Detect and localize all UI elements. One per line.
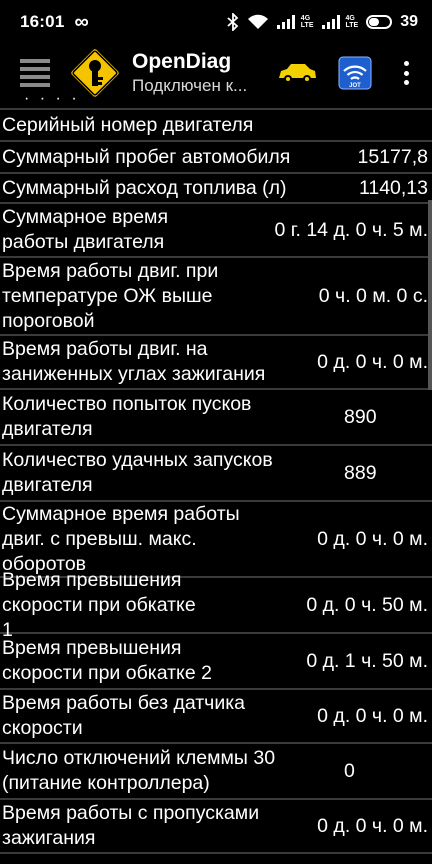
connection-status: Подключен к... <box>132 76 248 95</box>
parameter-value: 0 д. 0 ч. 50 м. <box>306 593 428 616</box>
parameter-label: Время превышения скорости при обкатке 1 <box>2 568 196 641</box>
parameter-value: 0 г. 14 д. 0 ч. 5 м. <box>274 218 429 241</box>
parameter-label: Время работы с пропусками зажигания <box>2 802 260 849</box>
list-item[interactable]: Суммарное время работы двиг. с превыш. м… <box>0 502 432 576</box>
svg-text:JOT: JOT <box>349 83 361 89</box>
list-item[interactable]: Время работы с пропусками зажигания 0 д. … <box>0 800 432 852</box>
parameter-value: 889 <box>344 461 377 484</box>
overflow-dots: · · · · <box>24 90 80 107</box>
list-item[interactable]: Количество попыток пусков двигателя 890 <box>0 390 432 444</box>
battery-icon <box>366 15 393 29</box>
car-icon[interactable] <box>275 56 319 90</box>
battery-level: 39 <box>400 13 418 30</box>
status-bar: 16:01 ∞ 4G LTE 4G LTE 39 <box>0 0 432 44</box>
list-item[interactable]: Время превышения скорости при обкатке 2 0… <box>0 634 432 688</box>
parameter-label: Суммарный пробег автомобиля <box>2 145 291 168</box>
parameter-label: Суммарное время работы двигателя <box>2 206 169 253</box>
list-item[interactable]: Серийный номер двигателя <box>0 110 432 140</box>
menu-icon[interactable] <box>20 59 50 87</box>
status-icons: 4G LTE 4G LTE 39 <box>227 13 418 31</box>
row-divider <box>0 852 432 854</box>
parameter-list[interactable]: Серийный номер двигателя Суммарный пробег… <box>0 108 432 854</box>
more-vert-icon[interactable] <box>396 58 416 88</box>
scrollbar[interactable] <box>428 200 432 390</box>
wifi-adapter-icon[interactable]: JOT <box>338 56 372 90</box>
network-type-2: 4G LTE <box>345 15 359 29</box>
parameter-label: Время превышения скорости при обкатке 2 <box>2 637 212 684</box>
app-titles: OpenDiag Подключен к... <box>132 49 247 97</box>
list-item[interactable]: Время превышения скорости при обкатке 1 0… <box>0 569 432 641</box>
bluetooth-icon <box>227 13 239 31</box>
parameter-label: Время работы без датчика скорости <box>2 692 246 739</box>
parameter-value: 1140,13 <box>358 176 428 199</box>
parameter-label: Суммарный расход топлива (л) <box>2 176 287 199</box>
parameter-label: Число отключений клеммы 30 (питание конт… <box>2 747 276 794</box>
parameter-label: Количество попыток пусков двигателя <box>2 393 252 440</box>
parameter-value: 0 д. 0 ч. 0 м. <box>317 814 428 837</box>
list-item[interactable]: Время работы двиг. на заниженных углах з… <box>0 336 432 388</box>
list-item[interactable]: Время работы двиг. при температуре ОЖ вы… <box>0 258 432 334</box>
parameter-value: 0 <box>344 759 355 782</box>
parameter-value: 0 д. 0 ч. 0 м. <box>317 350 428 373</box>
network-type-1: 4G LTE <box>300 15 314 29</box>
parameter-label: Время работы двиг. при температуре ОЖ вы… <box>2 259 219 332</box>
parameter-value: 0 д. 1 ч. 50 м. <box>306 649 428 672</box>
signal-icon-2 <box>321 15 340 29</box>
parameter-value: 0 д. 0 ч. 0 м. <box>317 704 428 727</box>
parameter-value: 15177,8 <box>357 145 429 168</box>
wifi-icon <box>247 14 268 29</box>
infinity-icon: ∞ <box>74 10 89 33</box>
parameter-value: 890 <box>344 405 377 428</box>
clock: 16:01 <box>20 12 65 31</box>
list-item[interactable]: Число отключений клеммы 30 (питание конт… <box>0 744 432 798</box>
signal-icon-1 <box>276 15 295 29</box>
list-item[interactable]: Количество удачных запусков двигателя 889 <box>0 446 432 500</box>
list-item[interactable]: Суммарный расход топлива (л) 1140,13 <box>0 174 432 202</box>
parameter-label: Количество удачных запусков двигателя <box>2 449 273 496</box>
app-title: OpenDiag <box>132 50 232 73</box>
parameter-label: Время работы двиг. на заниженных углах з… <box>2 338 266 385</box>
parameter-value: 0 ч. 0 м. 0 с. <box>318 284 428 307</box>
parameter-label: Серийный номер двигателя <box>2 113 254 136</box>
list-item[interactable]: Суммарный пробег автомобиля 15177,8 <box>0 142 432 172</box>
list-item[interactable]: Время работы без датчика скорости 0 д. 0 … <box>0 690 432 742</box>
list-item[interactable]: Суммарное время работы двигателя 0 г. 14 … <box>0 204 432 256</box>
parameter-label: Суммарное время работы двиг. с превыш. м… <box>2 502 240 575</box>
parameter-value: 0 д. 0 ч. 0 м. <box>317 527 428 550</box>
